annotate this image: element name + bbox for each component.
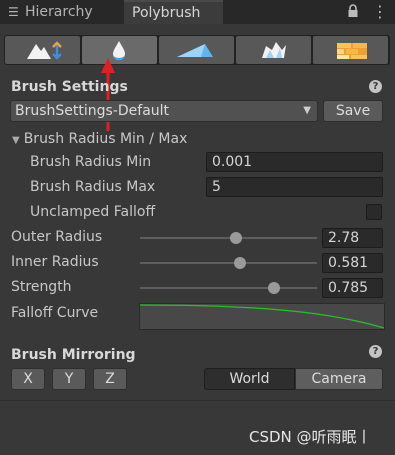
- prefab-scatter-button[interactable]: [236, 36, 311, 64]
- brush-mirroring-header: Brush Mirroring: [11, 347, 136, 363]
- mirror-space-world-button[interactable]: World: [204, 368, 295, 390]
- falloff-curve-label: Falloff Curve: [11, 305, 99, 321]
- tool-mode-toolbar: [4, 35, 390, 65]
- mirror-y-button[interactable]: Y: [52, 368, 86, 390]
- strength-slider-track[interactable]: [140, 287, 317, 289]
- radius-max-field[interactable]: 5: [206, 177, 383, 197]
- outer-radius-slider-thumb[interactable]: [230, 232, 242, 244]
- brush-preset-dropdown[interactable]: BrushSettings-Default ▼: [10, 100, 318, 122]
- sculpt-mountain-icon: [27, 41, 62, 60]
- radius-min-label: Brush Radius Min: [30, 154, 152, 170]
- smooth-tool-button[interactable]: [82, 36, 157, 64]
- hierarchy-list-icon: ☰: [8, 5, 19, 19]
- radius-min-field[interactable]: 0.001: [206, 152, 383, 172]
- falloff-curve-field[interactable]: [139, 303, 385, 330]
- more-options-icon[interactable]: ⋮: [372, 2, 388, 22]
- tab-hierarchy[interactable]: ☰ Hierarchy: [0, 0, 122, 24]
- inner-radius-slider-thumb[interactable]: [234, 257, 246, 269]
- dropdown-arrow-icon: ▼: [303, 105, 311, 116]
- outer-radius-field[interactable]: 2.78: [322, 228, 383, 248]
- outer-radius-label: Outer Radius: [11, 229, 103, 245]
- mirror-z-button[interactable]: Z: [93, 368, 127, 390]
- save-preset-button[interactable]: Save: [323, 100, 383, 122]
- unclamped-falloff-label: Unclamped Falloff: [30, 204, 156, 220]
- paint-vertex-color-button[interactable]: [159, 36, 234, 64]
- sculpt-tool-button[interactable]: [5, 36, 80, 64]
- radius-max-label: Brush Radius Max: [30, 179, 156, 195]
- paint-wedge-icon: [177, 44, 213, 57]
- lock-icon[interactable]: [346, 3, 360, 19]
- strength-slider-thumb[interactable]: [268, 282, 280, 294]
- brush-radius-foldout-label: Brush Radius Min / Max: [23, 131, 188, 147]
- water-drop-icon: [113, 41, 125, 60]
- section-divider: [0, 400, 395, 401]
- tab-hierarchy-label: Hierarchy: [25, 4, 93, 20]
- brush-settings-help-icon[interactable]: ?: [369, 80, 382, 93]
- tab-polybrush-label: Polybrush: [132, 5, 201, 21]
- watermark-text: CSDN @听雨眠丨: [249, 428, 372, 446]
- brush-radius-foldout[interactable]: ▼ Brush Radius Min / Max: [12, 131, 187, 147]
- inner-radius-field[interactable]: 0.581: [322, 253, 383, 273]
- unclamped-falloff-checkbox[interactable]: [366, 204, 382, 220]
- brick-texture-icon: [337, 43, 367, 59]
- paint-texture-button[interactable]: [313, 36, 388, 64]
- strength-label: Strength: [11, 279, 72, 295]
- foldout-triangle-icon: ▼: [12, 135, 20, 146]
- mirror-space-camera-button[interactable]: Camera: [295, 368, 383, 390]
- inner-radius-slider-track[interactable]: [140, 262, 317, 264]
- inner-radius-label: Inner Radius: [11, 254, 99, 270]
- mirror-x-button[interactable]: X: [11, 368, 45, 390]
- strength-field[interactable]: 0.785: [322, 278, 383, 298]
- brush-settings-header: Brush Settings: [11, 79, 128, 95]
- outer-radius-slider-track[interactable]: [140, 237, 317, 239]
- prefab-shards-icon: [262, 42, 286, 58]
- tab-polybrush[interactable]: Polybrush: [124, 0, 223, 24]
- brush-preset-value: BrushSettings-Default: [15, 103, 170, 119]
- falloff-curve-graph: [140, 304, 384, 329]
- brush-mirroring-help-icon[interactable]: ?: [369, 345, 382, 358]
